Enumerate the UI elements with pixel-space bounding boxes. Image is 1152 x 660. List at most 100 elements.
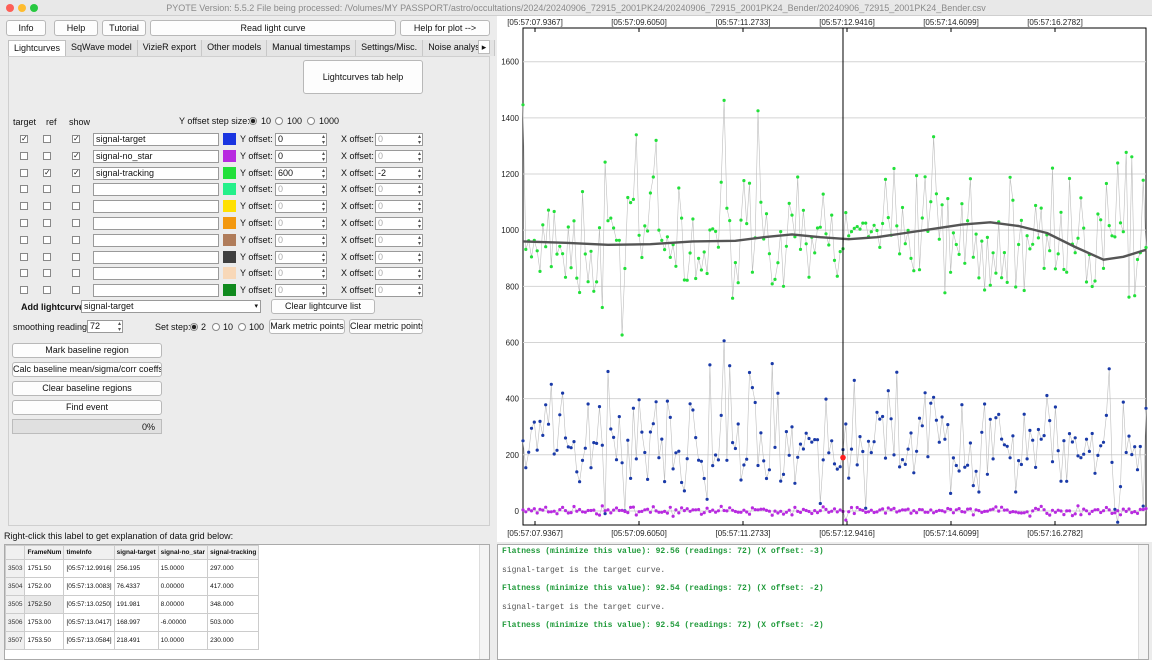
lightcurve-color-swatch[interactable]	[223, 284, 236, 297]
yoffset-input[interactable]: 0 ▴ ▾	[275, 149, 327, 163]
xoffset-input[interactable]: 0 ▴ ▾	[375, 183, 423, 197]
spin-arrows-icon[interactable]: ▴ ▾	[322, 218, 325, 229]
lightcurve-color-swatch[interactable]	[223, 233, 236, 246]
xoffset-input[interactable]: 0 ▴ ▾	[375, 133, 423, 146]
marked-point[interactable]	[840, 454, 846, 461]
xoffset-input[interactable]: 0 ▴ ▾	[375, 284, 423, 298]
spin-arrows-icon[interactable]: ▴ ▾	[322, 252, 325, 263]
target-checkbox[interactable]	[20, 202, 28, 211]
target-checkbox[interactable]	[20, 168, 28, 177]
tab-other-models[interactable]: Other models	[202, 40, 268, 56]
grid-cell[interactable]: [05:57:13.0417]	[63, 613, 115, 632]
table-row[interactable]: 3506 1753.00 [05:57:13.0417] 168.997 -6.0000…	[5, 613, 260, 632]
spin-arrows-icon[interactable]: ▴ ▾	[418, 134, 421, 145]
grid-row-number[interactable]: 3505	[5, 595, 26, 614]
spin-arrows-icon[interactable]: ▴ ▾	[418, 201, 421, 212]
lightcurve-name-field[interactable]: signal-no_star	[93, 149, 219, 163]
find-event-button[interactable]: Find event	[12, 400, 162, 415]
minimize-window-icon[interactable]	[18, 4, 26, 12]
spin-arrows-icon[interactable]: ▴ ▾	[418, 235, 421, 246]
grid-row-number[interactable]: 3506	[5, 613, 26, 632]
spin-arrows-icon[interactable]: ▴ ▾	[322, 151, 325, 162]
xoffset-input[interactable]: 0 ▴ ▾	[375, 200, 423, 214]
show-checkbox[interactable]	[72, 286, 80, 295]
spin-arrows-icon[interactable]: ▴ ▾	[418, 268, 421, 279]
xoffset-input[interactable]: -2 ▴ ▾	[375, 166, 423, 180]
spin-arrows-icon[interactable]: ▴ ▾	[322, 285, 325, 296]
grid-cell[interactable]: 417.000	[207, 577, 260, 596]
spin-arrows-icon[interactable]: ▴ ▾	[322, 201, 325, 212]
set-step-2-radio[interactable]	[190, 323, 198, 331]
spin-arrows-icon[interactable]: ▴ ▾	[418, 252, 421, 263]
console-scrollbar[interactable]	[1138, 545, 1148, 659]
grid-cell[interactable]: -6.00000	[157, 613, 209, 632]
lightcurve-color-swatch[interactable]	[223, 250, 236, 263]
lightcurve-color-swatch[interactable]	[223, 149, 236, 162]
yoffset-input[interactable]: 0 ▴ ▾	[275, 183, 327, 197]
yoffset-input[interactable]: 0 ▴ ▾	[275, 217, 327, 230]
spin-arrows-icon[interactable]: ▴ ▾	[322, 134, 325, 145]
yoffset-input[interactable]: 0 ▴ ▾	[275, 200, 327, 214]
grid-cell[interactable]: 1751.50	[24, 559, 65, 578]
ref-checkbox[interactable]	[43, 269, 51, 278]
grid-cell[interactable]: 1753.50	[24, 631, 65, 650]
tab-lightcurves[interactable]: Lightcurves	[8, 40, 67, 56]
add-lightcurve-select[interactable]: signal-target ▾	[81, 300, 261, 313]
show-checkbox[interactable]: ✓	[72, 151, 80, 160]
show-checkbox[interactable]	[72, 235, 80, 244]
xoffset-input[interactable]: 0 ▴ ▾	[375, 149, 423, 163]
yoffset-input[interactable]: 600 ▴ ▾	[275, 166, 327, 180]
table-row[interactable]: 3503 1751.50 [05:57:12.9916] 256.195 15.0000…	[5, 559, 260, 578]
tab-vizier-export[interactable]: VizieR export	[137, 40, 203, 56]
lightcurve-name-field[interactable]	[93, 250, 219, 264]
spin-arrows-icon[interactable]: ▴ ▾	[418, 184, 421, 195]
smoothing-input[interactable]: 72 ▴ ▾	[87, 320, 123, 333]
close-window-icon[interactable]	[6, 4, 14, 12]
target-checkbox[interactable]	[20, 286, 28, 295]
grid-row-number[interactable]: 3503	[5, 559, 26, 578]
grid-cell[interactable]: 256.195	[113, 559, 159, 578]
set-step-10-radio[interactable]	[212, 323, 220, 331]
yoffset-input[interactable]: 0 ▴ ▾	[275, 233, 327, 247]
lightcurve-name-field[interactable]	[93, 233, 219, 247]
target-checkbox[interactable]	[20, 252, 28, 261]
clear-metric-points-button[interactable]: Clear metric points	[349, 319, 423, 334]
spin-arrows-icon[interactable]: ▴ ▾	[418, 168, 421, 179]
yoffset-input[interactable]: 0 ▴ ▾	[275, 133, 327, 146]
lightcurve-name-field[interactable]	[93, 267, 219, 281]
ref-checkbox[interactable]	[43, 185, 51, 194]
ref-checkbox[interactable]	[43, 252, 51, 261]
grid-column-header[interactable]: signal-target	[113, 545, 159, 560]
yoffset-step-10-radio[interactable]	[249, 117, 257, 125]
yoffset-input[interactable]: 0 ▴ ▾	[275, 250, 327, 264]
grid-cell[interactable]: 191.981	[113, 595, 159, 614]
spin-arrows-icon[interactable]: ▴ ▾	[322, 235, 325, 246]
grid-column-header[interactable]: signal-tracking	[207, 545, 260, 560]
lightcurve-name-field[interactable]	[93, 200, 219, 214]
grid-cell[interactable]: [05:57:13.0083]	[63, 577, 115, 596]
grid-cell[interactable]: 1752.50	[24, 595, 65, 614]
grid-column-header[interactable]: timeInfo	[63, 545, 115, 560]
table-row[interactable]: 3507 1753.50 [05:57:13.0584] 218.491 10.0000…	[5, 631, 260, 650]
yoffset-input[interactable]: 0 ▴ ▾	[275, 267, 327, 281]
grid-help-label[interactable]: Right-click this label to get explanatio…	[4, 531, 233, 541]
show-checkbox[interactable]: ✓	[72, 168, 80, 177]
lightcurve-color-swatch[interactable]	[223, 133, 236, 145]
target-checkbox[interactable]	[20, 185, 28, 194]
spin-arrows-icon[interactable]: ▴ ▾	[418, 285, 421, 296]
clear-lightcurve-list-button[interactable]: Clear lightcurve list	[271, 299, 375, 314]
tab-sqwave-model[interactable]: SqWave model	[66, 40, 138, 56]
ref-checkbox[interactable]: ✓	[43, 168, 51, 177]
lightcurves-tab-help-button[interactable]: Lightcurves tab help	[303, 60, 423, 94]
spin-arrows-icon[interactable]: ▴ ▾	[322, 168, 325, 179]
lightcurve-color-swatch[interactable]	[223, 166, 236, 179]
ref-checkbox[interactable]	[43, 235, 51, 244]
grid-cell[interactable]: 503.000	[207, 613, 260, 632]
data-grid[interactable]: FrameNum timeInfo signal-target signal-no_s…	[4, 544, 490, 660]
show-checkbox[interactable]	[72, 219, 80, 227]
tutorial-button[interactable]: Tutorial	[102, 20, 146, 36]
show-checkbox[interactable]	[72, 202, 80, 211]
grid-cell[interactable]: 297.000	[207, 559, 260, 578]
help-button[interactable]: Help	[54, 20, 98, 36]
target-checkbox[interactable]	[20, 269, 28, 278]
